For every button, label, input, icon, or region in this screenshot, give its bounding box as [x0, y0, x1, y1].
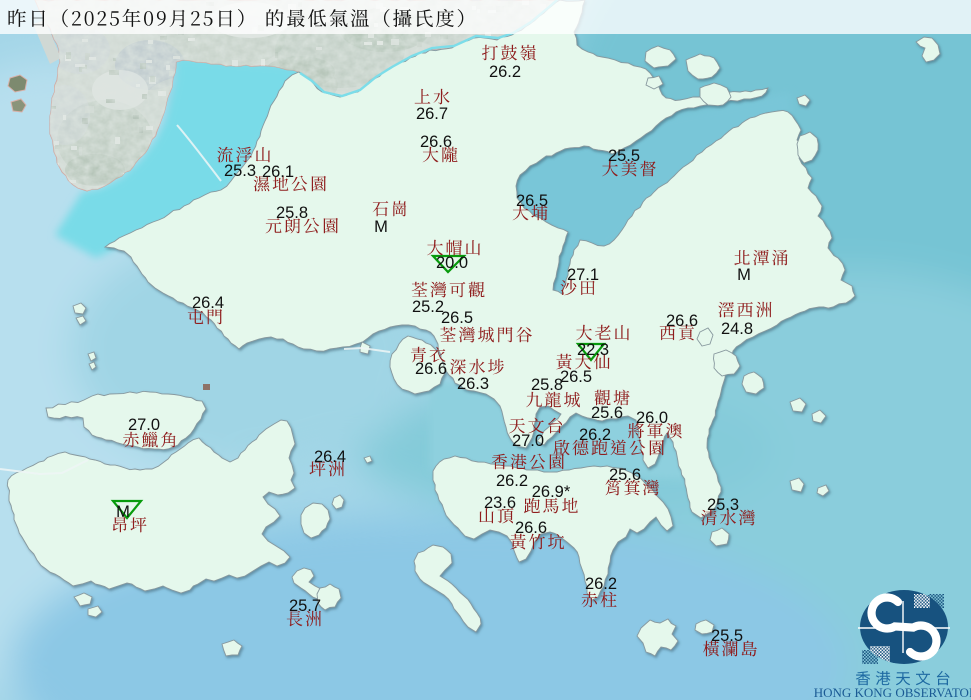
- svg-text:26.7: 26.7: [416, 105, 448, 123]
- svg-text:26.6: 26.6: [415, 360, 447, 378]
- svg-text:26.6: 26.6: [515, 519, 547, 537]
- svg-text:26.4: 26.4: [314, 448, 346, 466]
- svg-text:24.8: 24.8: [721, 320, 753, 338]
- svg-text:26.5: 26.5: [441, 309, 473, 327]
- svg-text:23.6: 23.6: [484, 494, 516, 512]
- svg-text:26.6: 26.6: [666, 312, 698, 330]
- svg-text:26.0: 26.0: [636, 409, 668, 427]
- svg-text:25.8: 25.8: [531, 376, 563, 394]
- svg-text:25.5: 25.5: [608, 147, 640, 165]
- svg-text:26.3: 26.3: [457, 375, 489, 393]
- svg-text:25.6: 25.6: [609, 466, 641, 484]
- svg-text:26.9*: 26.9*: [532, 483, 571, 501]
- svg-text:26.2: 26.2: [489, 63, 521, 81]
- svg-text:26.6: 26.6: [420, 133, 452, 151]
- svg-text:26.2: 26.2: [496, 472, 528, 490]
- svg-text:27.0: 27.0: [128, 416, 160, 434]
- svg-text:25.5: 25.5: [711, 627, 743, 645]
- svg-text:M: M: [116, 503, 130, 521]
- svg-text:25.7: 25.7: [289, 597, 321, 615]
- svg-text:26.1: 26.1: [262, 163, 294, 181]
- svg-text:25.3: 25.3: [707, 496, 739, 514]
- svg-text:25.2: 25.2: [412, 298, 444, 316]
- svg-text:25.3: 25.3: [224, 162, 256, 180]
- svg-text:HONG KONG OBSERVATORY: HONG KONG OBSERVATORY: [814, 685, 971, 700]
- svg-text:26.5: 26.5: [516, 192, 548, 210]
- svg-text:25.6: 25.6: [591, 404, 623, 422]
- svg-text:27.1: 27.1: [567, 266, 599, 284]
- svg-text:26.4: 26.4: [192, 294, 224, 312]
- svg-text:22.3: 22.3: [577, 341, 609, 359]
- svg-text:26.2: 26.2: [585, 575, 617, 593]
- svg-text:27.0: 27.0: [512, 432, 544, 450]
- svg-text:25.8: 25.8: [276, 204, 308, 222]
- svg-text:26.2: 26.2: [579, 426, 611, 444]
- svg-text:M: M: [374, 218, 388, 236]
- svg-text:26.5: 26.5: [560, 368, 592, 386]
- svg-text:M: M: [737, 266, 751, 284]
- svg-text:20.0: 20.0: [436, 254, 468, 272]
